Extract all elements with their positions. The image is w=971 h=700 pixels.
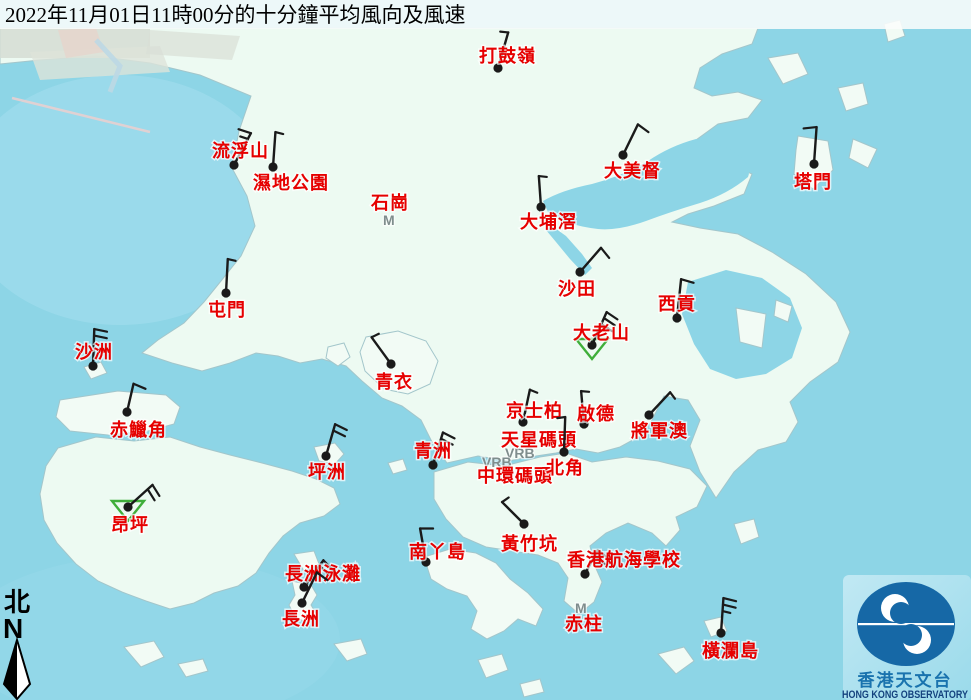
station-dot [297, 598, 306, 607]
station-dot [88, 361, 97, 370]
station-label: 長洲 [282, 609, 320, 629]
station-label: 將軍澳 [631, 420, 688, 441]
hk-wind-map: 打鼓嶺流浮山濕地公園 M石崗 大美督塔門大埔滘沙田西貢大老山 屯門沙洲赤鱲角 青衣坪洲 青… [0, 0, 971, 700]
island-kau-sai-chau [736, 308, 766, 348]
station-label: 青洲 [414, 441, 452, 461]
station-dot [644, 410, 653, 419]
station-dot [268, 162, 277, 171]
station-label: 黃竹坑 [500, 533, 558, 554]
station-dot [618, 150, 627, 159]
map-title: 2022年11月01日11時00分的十分鐘平均風向及風速 [5, 3, 465, 27]
map-canvas: 打鼓嶺流浮山濕地公園 M石崗 大美督塔門大埔滘沙田西貢大老山 屯門沙洲赤鱲角 青衣坪洲 青… [0, 0, 971, 700]
station-label: 大老山 [573, 322, 630, 343]
station-label: 打鼓嶺 [479, 45, 536, 66]
wind-barb-staff [564, 417, 565, 452]
station-label: 屯門 [208, 299, 246, 320]
wind-barb-full-icon [804, 127, 817, 128]
station-label: 昂坪 [111, 515, 149, 535]
station-dot [809, 159, 818, 168]
station-dot [672, 313, 681, 322]
station-dot [123, 502, 132, 511]
station-dot [221, 288, 230, 297]
station-label: 赤鱲角 [110, 419, 167, 440]
station-dot [559, 447, 568, 456]
wind-barb-half-icon [581, 391, 589, 392]
station-label: 沙田 [558, 279, 596, 299]
logo-chinese-text: 香港天文台 [858, 670, 953, 690]
logo-swirl-lower-cut [900, 624, 922, 646]
station-dot [716, 628, 725, 637]
station-label: 西貢 [658, 294, 696, 314]
station-dot [428, 460, 437, 469]
station-dot [386, 359, 395, 368]
station-label: 大美督 [604, 160, 661, 181]
logo-swirl-upper-cut [890, 602, 912, 624]
maintenance-tag: M [383, 212, 395, 228]
station-label: 長洲泳灘 [285, 563, 361, 584]
station-label: 香港航海學校 [566, 549, 681, 570]
station-label: 坪洲 [308, 462, 346, 482]
station-label: 南丫島 [409, 541, 466, 562]
station-label: 塔門 [794, 171, 832, 192]
station-dot [321, 451, 330, 460]
station-dot [575, 267, 584, 276]
station-label: 北角 [546, 457, 584, 478]
logo-crossline [858, 623, 954, 625]
station-label: 流浮山 [212, 140, 269, 161]
station-label: 大埔滘 [520, 211, 577, 232]
station-dot [122, 407, 131, 416]
compass-n-label: N [3, 613, 23, 644]
station-label: 濕地公園 [253, 172, 329, 193]
wind-barb-half-icon [500, 32, 508, 33]
wind-barb-half-icon [539, 176, 547, 177]
logo-english-text: HONG KONG OBSERVATORY [842, 689, 969, 700]
station-dot [519, 519, 528, 528]
station-label: 沙洲 [75, 342, 113, 362]
station-label: 京士柏 [506, 400, 563, 421]
station-dot [229, 160, 238, 169]
station-label: 赤柱 [565, 613, 603, 634]
station-label: 中環碼頭 [477, 465, 553, 486]
station-label: 石崗 [370, 192, 409, 213]
station-label: 啟德 [577, 403, 615, 424]
wind-barb-half-icon [557, 417, 565, 418]
station-dot [536, 202, 545, 211]
hko-logo: 香港天文台 HONG KONG OBSERVATORY [842, 575, 971, 700]
station-label: 青衣 [375, 371, 413, 392]
station-label: 橫瀾島 [702, 640, 759, 661]
station-dot [580, 569, 589, 578]
